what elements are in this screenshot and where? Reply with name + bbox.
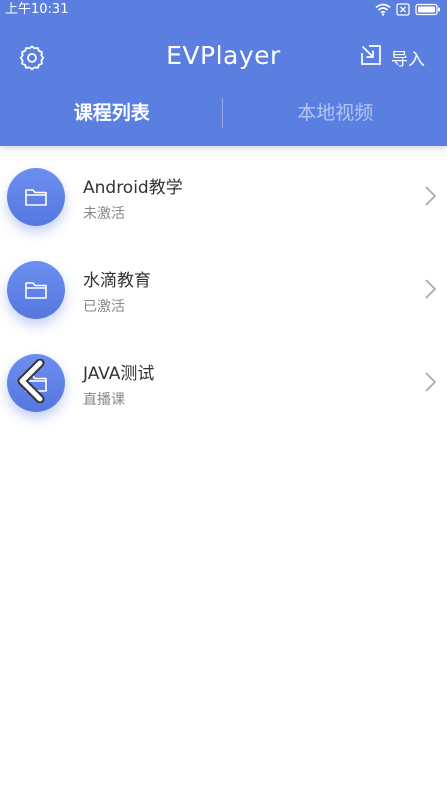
chevron-right-icon bbox=[423, 184, 439, 208]
list-item[interactable]: 水滴教育 已激活 bbox=[0, 239, 447, 332]
course-title: Android教学 bbox=[83, 178, 183, 198]
folder-icon bbox=[7, 261, 65, 319]
toolbar: EVPlayer 导入 bbox=[0, 33, 447, 79]
status-icons bbox=[375, 3, 441, 23]
chevron-right-icon bbox=[423, 370, 439, 394]
import-button[interactable]: 导入 bbox=[360, 43, 425, 71]
import-label: 导入 bbox=[391, 49, 425, 70]
wifi-icon bbox=[375, 3, 391, 23]
list-item[interactable]: JAVA测试 直播课 bbox=[0, 332, 447, 425]
course-title: 水滴教育 bbox=[83, 271, 151, 291]
tab-divider bbox=[222, 98, 223, 128]
status-time: 上午10:31 bbox=[5, 2, 69, 17]
battery-icon bbox=[415, 3, 441, 23]
course-status: 直播课 bbox=[83, 392, 125, 408]
sim-off-icon bbox=[396, 3, 410, 23]
folder-icon bbox=[7, 168, 65, 226]
chevron-right-icon bbox=[423, 277, 439, 301]
course-list: Android教学 未激活 水滴教育 已激活 JAVA测试 直播课 bbox=[0, 146, 447, 425]
tab-course-list[interactable]: 课程列表 bbox=[0, 91, 224, 135]
import-icon bbox=[360, 44, 382, 71]
app-header: 上午10:31 EVPlayer 导入 课程列表 本地视频 bbox=[0, 0, 447, 146]
status-bar: 上午10:31 bbox=[0, 0, 447, 20]
back-gesture-arrow-icon[interactable] bbox=[14, 358, 48, 404]
course-status: 未激活 bbox=[83, 206, 125, 222]
course-title: JAVA测试 bbox=[83, 364, 155, 384]
tab-local-video[interactable]: 本地视频 bbox=[224, 91, 447, 135]
list-item[interactable]: Android教学 未激活 bbox=[0, 146, 447, 239]
course-status: 已激活 bbox=[83, 299, 125, 315]
tab-bar: 课程列表 本地视频 bbox=[0, 91, 447, 135]
